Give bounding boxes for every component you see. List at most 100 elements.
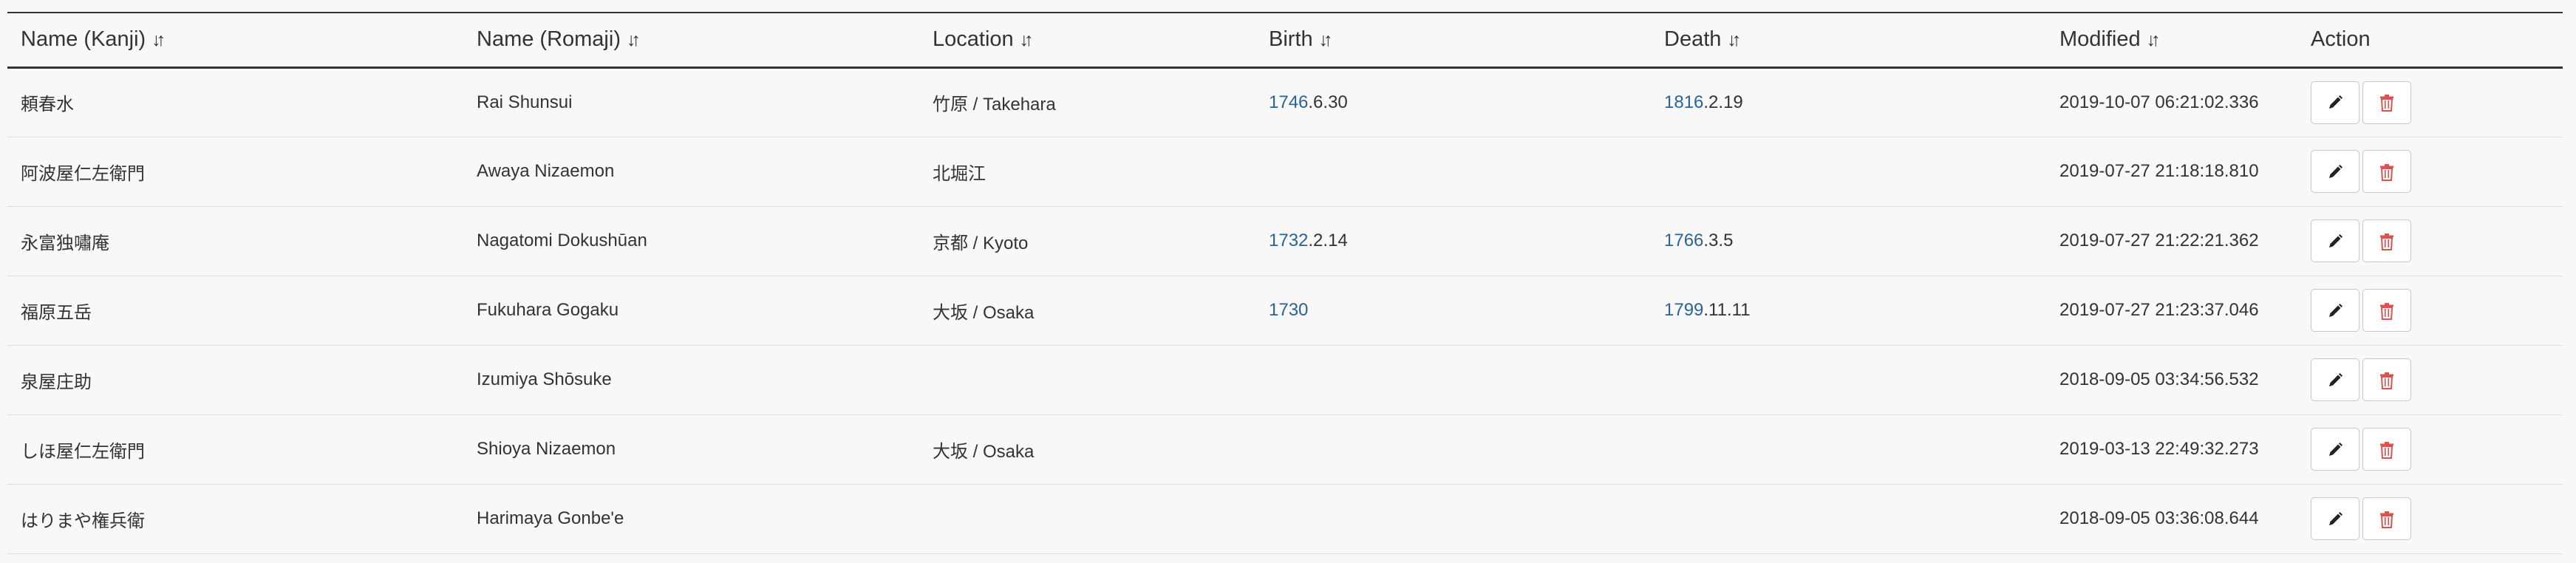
delete-button[interactable] — [2362, 81, 2411, 124]
cell-romaji: Fukuhara Gogaku — [477, 300, 619, 320]
column-header-label: Name (Kanji) — [21, 27, 146, 52]
trash-icon — [2380, 233, 2393, 250]
table-row: 阿波屋仁左衛門 Awaya Nizaemon 北堀江 2019-07-27 21… — [7, 137, 2563, 206]
cell-action — [2297, 414, 2563, 484]
trash-icon — [2380, 511, 2393, 528]
delete-button[interactable] — [2362, 219, 2411, 262]
pencil-icon — [2329, 164, 2342, 178]
delete-button[interactable] — [2362, 150, 2411, 193]
death-date-rest: .2.19 — [1703, 92, 1743, 112]
delete-button[interactable] — [2362, 289, 2411, 332]
sort-icon[interactable]: ↓↑ — [1727, 30, 1741, 51]
cell-birth: 1730 — [1255, 276, 1651, 345]
birth-year-link[interactable]: 1732 — [1269, 231, 1308, 250]
cell-romaji: Rai Shunsui — [477, 92, 573, 112]
cell-birth: 1746.6.30 — [1255, 67, 1651, 137]
pencil-icon — [2329, 95, 2342, 109]
cell-location: 大坂 / Osaka — [933, 302, 1035, 323]
cell-modified: 2019-07-27 21:22:21.362 — [2059, 231, 2259, 250]
table-body: 頼春水 Rai Shunsui 竹原 / Takehara 1746.6.30 … — [7, 67, 2563, 553]
people-table: Name (Kanji) ↓↑ Name (Romaji) ↓↑ Location ↓… — [7, 12, 2563, 554]
cell-birth — [1255, 137, 1651, 206]
edit-button[interactable] — [2311, 497, 2359, 540]
people-table-container: Name (Kanji) ↓↑ Name (Romaji) ↓↑ Location ↓… — [7, 12, 2563, 554]
pencil-icon — [2329, 511, 2342, 525]
cell-kanji: 泉屋庄助 — [21, 372, 92, 392]
column-header-romaji[interactable]: Name (Romaji) ↓↑ — [463, 13, 919, 67]
cell-birth — [1255, 484, 1651, 553]
death-year-link[interactable]: 1799 — [1664, 300, 1703, 320]
header-row: Name (Kanji) ↓↑ Name (Romaji) ↓↑ Location ↓… — [7, 13, 2563, 67]
cell-modified: 2018-09-05 03:34:56.532 — [2059, 369, 2259, 389]
sort-icon[interactable]: ↓↑ — [627, 30, 641, 51]
column-header-label: Death — [1664, 27, 1722, 52]
trash-icon — [2380, 163, 2393, 181]
column-header-location[interactable]: Location ↓↑ — [919, 13, 1255, 67]
cell-action — [2297, 67, 2563, 137]
cell-kanji: 福原五岳 — [21, 302, 92, 323]
edit-button[interactable] — [2311, 81, 2359, 124]
column-header-kanji[interactable]: Name (Kanji) ↓↑ — [7, 13, 463, 67]
death-year-link[interactable]: 1816 — [1664, 92, 1703, 112]
sort-icon[interactable]: ↓↑ — [2147, 30, 2161, 51]
table-row: 泉屋庄助 Izumiya Shōsuke 2018-09-05 03:34:56… — [7, 345, 2563, 414]
cell-kanji: 頼春水 — [21, 95, 74, 115]
cell-death — [1651, 484, 2046, 553]
cell-action — [2297, 137, 2563, 206]
cell-death — [1651, 345, 2046, 414]
column-header-birth[interactable]: Birth ↓↑ — [1255, 13, 1651, 67]
cell-birth — [1255, 414, 1651, 484]
edit-button[interactable] — [2311, 358, 2359, 401]
column-header-label: Birth — [1269, 27, 1313, 52]
trash-icon — [2380, 302, 2393, 320]
table-row: はりまや権兵衛 Harimaya Gonbe'e 2018-09-05 03:3… — [7, 484, 2563, 553]
sort-icon[interactable]: ↓↑ — [1319, 30, 1333, 51]
cell-romaji: Nagatomi Dokushūan — [477, 231, 647, 250]
table-row: 頼春水 Rai Shunsui 竹原 / Takehara 1746.6.30 … — [7, 67, 2563, 137]
cell-modified: 2019-07-27 21:23:37.046 — [2059, 300, 2259, 320]
table-row: 福原五岳 Fukuhara Gogaku 大坂 / Osaka 1730 179… — [7, 276, 2563, 345]
edit-button[interactable] — [2311, 428, 2359, 471]
column-header-label: Modified — [2059, 27, 2141, 52]
cell-modified: 2019-03-13 22:49:32.273 — [2059, 439, 2259, 459]
cell-romaji: Awaya Nizaemon — [477, 161, 615, 181]
birth-year-link[interactable]: 1746 — [1269, 92, 1308, 112]
table-row: 永富独嘯庵 Nagatomi Dokushūan 京都 / Kyoto 1732… — [7, 206, 2563, 276]
cell-romaji: Harimaya Gonbe'e — [477, 508, 624, 528]
trash-icon — [2380, 95, 2393, 112]
cell-modified: 2019-10-07 06:21:02.336 — [2059, 92, 2259, 112]
table-row: しほ屋仁左衛門 Shioya Nizaemon 大坂 / Osaka 2019-… — [7, 414, 2563, 484]
cell-action — [2297, 484, 2563, 553]
cell-action — [2297, 345, 2563, 414]
pencil-icon — [2329, 233, 2342, 248]
birth-year-link[interactable]: 1730 — [1269, 300, 1308, 320]
pencil-icon — [2329, 442, 2342, 456]
cell-death — [1651, 414, 2046, 484]
cell-location: 北堀江 — [933, 163, 986, 184]
cell-location: 竹原 / Takehara — [933, 95, 1056, 115]
sort-icon[interactable]: ↓↑ — [1020, 30, 1034, 51]
pencil-icon — [2329, 303, 2342, 317]
column-header-death[interactable]: Death ↓↑ — [1651, 13, 2046, 67]
birth-date-rest: .2.14 — [1308, 231, 1348, 250]
trash-icon — [2380, 441, 2393, 459]
cell-birth: 1732.2.14 — [1255, 206, 1651, 276]
cell-location — [919, 484, 1255, 553]
delete-button[interactable] — [2362, 497, 2411, 540]
cell-location: 大坂 / Osaka — [933, 441, 1035, 462]
column-header-label: Name (Romaji) — [477, 27, 621, 52]
cell-location — [919, 345, 1255, 414]
sort-icon[interactable]: ↓↑ — [151, 30, 166, 51]
cell-modified: 2018-09-05 03:36:08.644 — [2059, 508, 2259, 528]
edit-button[interactable] — [2311, 219, 2359, 262]
delete-button[interactable] — [2362, 428, 2411, 471]
column-header-modified[interactable]: Modified ↓↑ — [2046, 13, 2297, 67]
edit-button[interactable] — [2311, 289, 2359, 332]
column-header-label: Location — [933, 27, 1014, 52]
cell-kanji: はりまや権兵衛 — [21, 511, 145, 531]
trash-icon — [2380, 372, 2393, 389]
delete-button[interactable] — [2362, 358, 2411, 401]
edit-button[interactable] — [2311, 150, 2359, 193]
death-year-link[interactable]: 1766 — [1664, 231, 1703, 250]
cell-location: 京都 / Kyoto — [933, 233, 1029, 253]
